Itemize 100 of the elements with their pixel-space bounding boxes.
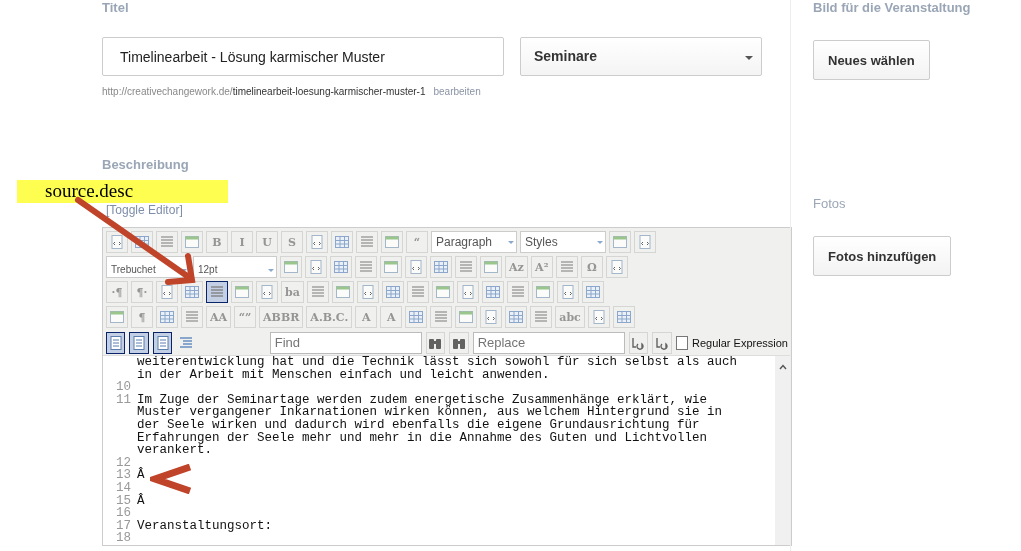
- grid-icon: [159, 309, 175, 325]
- toolbar-button[interactable]: AA: [206, 306, 232, 328]
- toolbar-button[interactable]: “: [406, 231, 428, 253]
- document-icon: [259, 284, 275, 300]
- section-label: Fotos: [813, 196, 847, 212]
- document-icon: [608, 259, 625, 275]
- toolbar-button[interactable]: S: [281, 231, 303, 253]
- category-dropdown[interactable]: Seminare: [520, 37, 762, 76]
- code-line: verankert.: [137, 444, 212, 457]
- toolbar-button[interactable]: I: [231, 231, 253, 253]
- table-icon: [483, 259, 499, 275]
- table-icon: [283, 259, 299, 275]
- table-icon: [612, 234, 628, 250]
- line-number: 11: [115, 393, 132, 407]
- document-icon: [131, 334, 148, 351]
- toolbar-button[interactable]: Az: [505, 256, 528, 278]
- document-icon: [483, 309, 500, 325]
- grid-icon: [433, 259, 449, 275]
- toolbar-button[interactable]: [106, 331, 126, 354]
- table-icon: [234, 284, 250, 300]
- toolbar-button[interactable]: ¶: [131, 306, 153, 328]
- toolbar-button[interactable]: ABBR: [259, 306, 304, 328]
- toolbar-button[interactable]: ·¶: [106, 281, 128, 303]
- document-icon: [459, 284, 476, 300]
- permalink-url: http://creativechangework.de/timelinearbeit-loesung-karmischer-muster-1: [102, 86, 426, 99]
- document-icon: [109, 234, 125, 250]
- document-icon: [159, 284, 175, 300]
- lines-icon: [458, 259, 474, 275]
- table-icon: [384, 234, 400, 250]
- line-number: 13: [115, 469, 132, 482]
- lines-icon: [509, 284, 526, 300]
- toolbar-dropdown[interactable]: Paragraph: [431, 231, 517, 253]
- title-field[interactable]: Timelinearbeit - Lösung karmischer Muster: [102, 37, 504, 76]
- toolbar-button[interactable]: A: [380, 306, 403, 328]
- annotation-label: source.desc: [17, 180, 228, 203]
- grid-icon: [615, 309, 632, 325]
- code-line: Erfahrungen der Seele mehr und mehr in die Annahme des Guten und Lichtvollen: [137, 431, 708, 445]
- toolbar-button[interactable]: B: [206, 231, 228, 253]
- grid-icon: [134, 234, 150, 250]
- document-icon: [154, 334, 171, 351]
- regex-label: Regular Expression: [691, 336, 788, 349]
- grid-icon: [484, 284, 501, 300]
- lines-icon: [433, 309, 450, 325]
- grid-icon: [184, 284, 200, 300]
- toolbar-button[interactable]: [206, 281, 228, 303]
- lines-icon: [533, 309, 550, 325]
- toolbar-button[interactable]: A: [355, 306, 378, 328]
- choose-image-button[interactable]: Neues wählen: [813, 40, 930, 80]
- toolbar-button[interactable]: [129, 331, 149, 354]
- replace-field[interactable]: Replace: [472, 331, 625, 354]
- scrollbar[interactable]: [775, 356, 791, 545]
- line-number: 12: [115, 456, 132, 470]
- lines-icon: [409, 284, 426, 300]
- toolbar-button[interactable]: A.B.C.: [306, 306, 353, 328]
- lines-icon: [309, 284, 326, 300]
- grid-icon: [508, 309, 525, 325]
- toolbar-button[interactable]: “”: [234, 306, 257, 328]
- toolbar-button[interactable]: abc: [555, 306, 585, 328]
- lines-icon: [159, 234, 175, 250]
- toolbar-button[interactable]: U: [256, 231, 278, 253]
- toolbar-dropdown[interactable]: Styles: [520, 231, 606, 253]
- line-number: 15: [115, 494, 132, 508]
- table-icon: [184, 234, 200, 250]
- lines-icon: [358, 259, 374, 275]
- grid-icon: [384, 284, 401, 300]
- grid-icon: [334, 234, 350, 250]
- toggle-editor-link[interactable]: [Toggle Editor]: [106, 203, 762, 219]
- toolbar-button[interactable]: [152, 331, 173, 354]
- table-icon: [458, 309, 475, 325]
- code-line: weiterentwicklung hat und die Technik lässt sich sowohl für sich selbst als auch: [137, 356, 738, 369]
- document-icon: [559, 284, 576, 300]
- line-number: 17: [115, 519, 132, 533]
- edit-link[interactable]: bearbeiten: [433, 86, 481, 100]
- lines-icon: [558, 259, 575, 275]
- regex-checkbox[interactable]: [675, 335, 688, 350]
- toolbar-button[interactable]: ba: [281, 281, 304, 303]
- toolbar-button[interactable]: Ω: [580, 256, 603, 278]
- code-line: Â: [137, 494, 145, 508]
- table-icon: [383, 259, 399, 275]
- grid-icon: [333, 259, 349, 275]
- document-icon: [359, 284, 376, 300]
- grid-icon: [408, 309, 425, 325]
- line-number: 10: [115, 381, 132, 394]
- lines-icon: [184, 309, 200, 325]
- toolbar-dropdown[interactable]: 12pt: [193, 256, 277, 278]
- section-label: Titel: [102, 0, 130, 16]
- code-line: Veranstaltungsort:: [137, 519, 273, 533]
- toolbar-button[interactable]: A²: [530, 256, 553, 278]
- lines-icon: [178, 334, 195, 351]
- line-number: 18: [115, 532, 132, 545]
- table-icon: [334, 284, 351, 300]
- toolbar-button[interactable]: ¶·: [131, 281, 153, 303]
- line-number: 14: [115, 481, 132, 495]
- code-line: Im Zuge der Seminartage werden zudem energetische Zusammenhänge erklärt, wie: [137, 393, 708, 407]
- line-number: 16: [115, 507, 132, 520]
- section-label: Beschreibung: [102, 157, 190, 173]
- document-icon: [107, 334, 124, 351]
- find-field[interactable]: Find: [269, 331, 422, 354]
- code-line: Â: [137, 469, 145, 482]
- add-photos-button[interactable]: Fotos hinzufügen: [813, 236, 952, 276]
